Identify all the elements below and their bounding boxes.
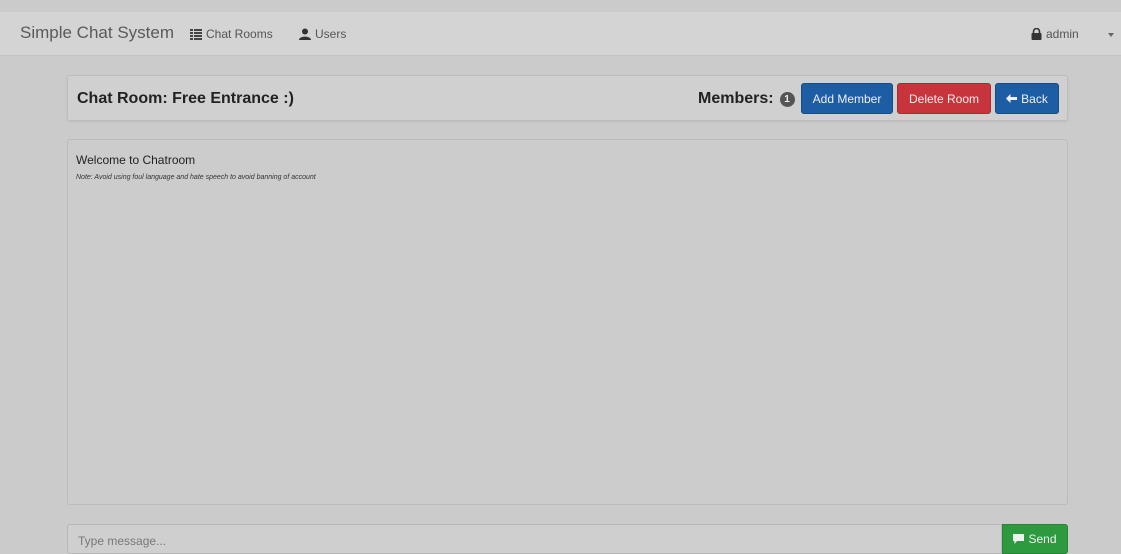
top-navbar: Simple Chat System Chat Rooms Users admi…	[0, 12, 1121, 56]
add-member-label: Add Member	[812, 91, 882, 106]
chat-messages-panel[interactable]: Welcome to Chatroom Note: Avoid using fo…	[67, 139, 1068, 505]
delete-room-label: Delete Room	[908, 91, 980, 106]
room-header-panel: Chat Room: Free Entrance :) Members: 1 A…	[67, 75, 1068, 121]
welcome-message: Welcome to Chatroom	[76, 153, 196, 167]
nav-users-label: Users	[315, 27, 347, 41]
back-label: Back	[1021, 91, 1048, 106]
list-icon	[190, 28, 202, 40]
add-member-button[interactable]: Add Member	[801, 83, 893, 114]
delete-room-button[interactable]: Delete Room	[897, 83, 991, 114]
chevron-down-icon[interactable]	[1108, 33, 1114, 37]
members-label: Members:	[698, 90, 774, 107]
comment-icon	[1013, 534, 1025, 544]
account-menu[interactable]: admin	[1031, 27, 1079, 41]
arrow-left-icon	[1006, 94, 1018, 103]
send-label: Send	[1028, 532, 1057, 546]
user-icon	[299, 28, 311, 40]
brand-title[interactable]: Simple Chat System	[20, 23, 174, 43]
lock-icon	[1031, 28, 1042, 40]
members-indicator: Members: 1	[698, 90, 795, 108]
page-title: Chat Room: Free Entrance :)	[77, 90, 294, 107]
account-username: admin	[1046, 27, 1079, 41]
nav-users[interactable]: Users	[299, 27, 346, 41]
nav-chat-rooms-label: Chat Rooms	[206, 27, 273, 41]
back-button[interactable]: Back	[995, 83, 1059, 114]
nav-chat-rooms[interactable]: Chat Rooms	[190, 27, 273, 41]
rules-note: Note: Avoid using foul language and hate…	[76, 174, 316, 181]
members-count-badge[interactable]: 1	[779, 91, 795, 107]
